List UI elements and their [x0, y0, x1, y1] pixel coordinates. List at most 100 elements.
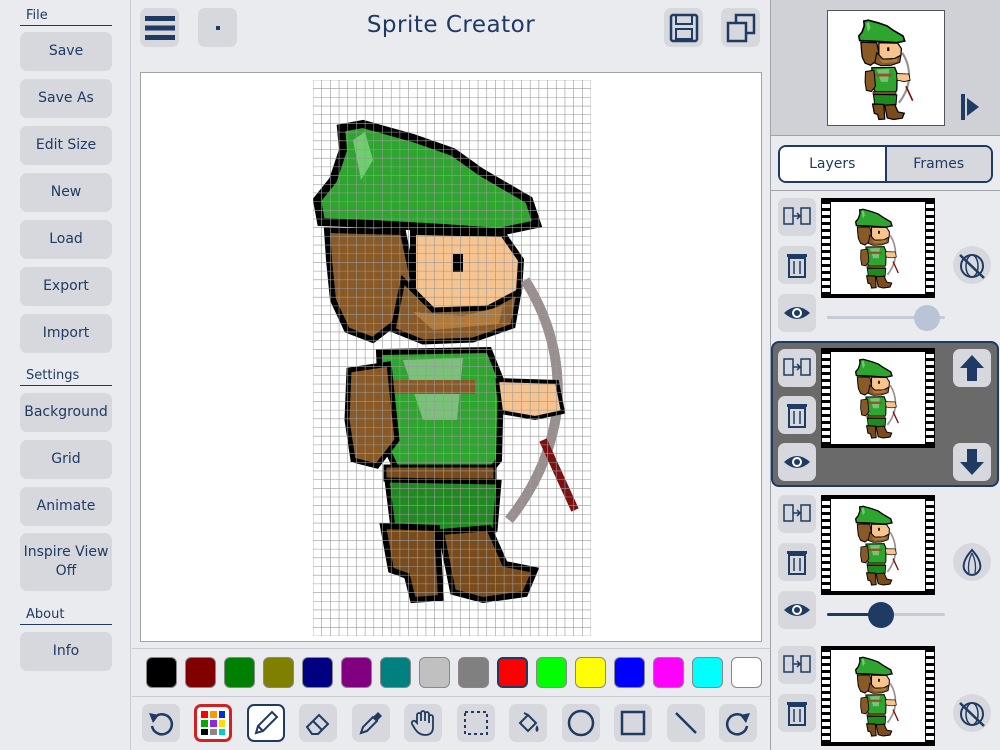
- inspire-view-label: Inspire View: [23, 544, 109, 560]
- color-swatch[interactable]: [146, 657, 177, 688]
- trash-icon: [787, 702, 807, 726]
- preview-sprite: [857, 19, 914, 121]
- save-frame-button[interactable]: [664, 8, 703, 47]
- color-swatch[interactable]: [575, 657, 606, 688]
- frame-item[interactable]: [771, 493, 1000, 633]
- tool-bar: [132, 696, 770, 750]
- slider-knob[interactable]: [868, 602, 895, 628]
- animate-button[interactable]: Animate: [20, 487, 112, 526]
- rectangle-tool[interactable]: [614, 704, 652, 742]
- frame-thumbnail[interactable]: [821, 495, 935, 595]
- hand-icon: [410, 710, 434, 736]
- inspire-view-state: Off: [55, 563, 77, 579]
- onion-skin-toggle[interactable]: [953, 246, 991, 284]
- frame-visibility-toggle[interactable]: [778, 591, 816, 629]
- frame-visibility-toggle[interactable]: [778, 443, 816, 481]
- copy-frame-button[interactable]: [778, 495, 816, 533]
- color-swatch[interactable]: [302, 657, 333, 688]
- select-rect-icon: [464, 711, 488, 735]
- copy-icon: [726, 13, 755, 42]
- frame-opacity-slider[interactable]: [827, 602, 945, 628]
- select-tool[interactable]: [457, 704, 495, 742]
- frame-thumbnail[interactable]: [821, 198, 935, 298]
- delete-frame-button[interactable]: [778, 246, 816, 284]
- undo-button[interactable]: [142, 704, 180, 742]
- drawing-canvas-area[interactable]: [140, 72, 762, 642]
- fill-tool[interactable]: [509, 704, 547, 742]
- color-swatch[interactable]: [692, 657, 723, 688]
- trash-icon: [787, 404, 807, 428]
- animation-preview-area: [771, 0, 1000, 136]
- duplicate-button[interactable]: [721, 8, 760, 47]
- line-tool[interactable]: [667, 704, 705, 742]
- grid-button[interactable]: Grid: [20, 440, 112, 479]
- arrow-down-icon: [960, 449, 984, 475]
- background-button[interactable]: Background: [20, 393, 112, 432]
- pan-tool[interactable]: [404, 704, 442, 742]
- play-icon[interactable]: [961, 92, 981, 122]
- undo-icon: [149, 713, 174, 736]
- floppy-icon: [669, 13, 698, 42]
- pixel-grid-canvas[interactable]: [313, 80, 591, 636]
- edit-size-button[interactable]: Edit Size: [20, 126, 112, 165]
- move-frame-up-button[interactable]: [953, 349, 991, 387]
- inspire-view-button[interactable]: Inspire View Off: [20, 533, 112, 591]
- color-swatch[interactable]: [263, 657, 294, 688]
- onion-skin-off-icon: [959, 702, 985, 727]
- pencil-tool[interactable]: [247, 704, 285, 742]
- color-swatch[interactable]: [185, 657, 216, 688]
- frame-thumbnail[interactable]: [821, 348, 935, 448]
- rectangle-icon: [620, 710, 646, 736]
- color-swatch[interactable]: [224, 657, 255, 688]
- copy-frame-button[interactable]: [778, 646, 816, 684]
- palette-picker-button[interactable]: [194, 704, 232, 742]
- onion-icon: [962, 548, 982, 577]
- info-button[interactable]: Info: [20, 632, 112, 671]
- save-as-button[interactable]: Save As: [20, 79, 112, 118]
- copy-frame-icon: [783, 358, 811, 376]
- frame-item-selected[interactable]: [771, 341, 999, 487]
- eyedropper-tool[interactable]: [352, 704, 390, 742]
- file-section-title: File: [20, 8, 112, 26]
- delete-frame-button[interactable]: [778, 694, 816, 732]
- tab-frames[interactable]: Frames: [884, 147, 991, 181]
- load-button[interactable]: Load: [20, 220, 112, 259]
- move-frame-down-button[interactable]: [953, 443, 991, 481]
- frame-item[interactable]: [771, 644, 1000, 750]
- onion-skin-off-icon: [959, 254, 985, 279]
- frame-opacity-slider[interactable]: [827, 305, 945, 331]
- color-swatch[interactable]: [419, 657, 450, 688]
- frame-thumbnail[interactable]: [821, 646, 935, 746]
- copy-frame-icon: [783, 207, 811, 225]
- frame-item[interactable]: [771, 196, 1000, 336]
- copy-frame-button[interactable]: [778, 349, 816, 387]
- onion-skin-toggle[interactable]: [953, 694, 991, 732]
- frame-sprite: [854, 505, 899, 586]
- color-swatch[interactable]: [653, 657, 684, 688]
- palette-icon: [201, 711, 225, 735]
- color-swatch[interactable]: [731, 657, 762, 688]
- copy-frame-button[interactable]: [778, 198, 816, 236]
- export-button[interactable]: Export: [20, 267, 112, 306]
- redo-button[interactable]: [719, 704, 757, 742]
- import-button[interactable]: Import: [20, 314, 112, 353]
- new-button[interactable]: New: [20, 173, 112, 212]
- delete-frame-button[interactable]: [778, 396, 816, 434]
- color-swatch[interactable]: [536, 657, 567, 688]
- tab-layers[interactable]: Layers: [780, 147, 885, 181]
- circle-icon: [567, 709, 595, 737]
- slider-knob[interactable]: [914, 305, 941, 331]
- save-button[interactable]: Save: [20, 32, 112, 71]
- circle-tool[interactable]: [562, 704, 600, 742]
- onion-skin-toggle[interactable]: [953, 543, 991, 581]
- color-swatch[interactable]: [614, 657, 645, 688]
- eraser-tool[interactable]: [299, 704, 337, 742]
- frame-visibility-toggle[interactable]: [778, 294, 816, 332]
- arrow-up-icon: [960, 355, 984, 381]
- color-swatch[interactable]: [458, 657, 489, 688]
- delete-frame-button[interactable]: [778, 543, 816, 581]
- color-swatch[interactable]: [380, 657, 411, 688]
- animation-preview: [827, 10, 945, 126]
- color-swatch[interactable]: [497, 657, 528, 688]
- color-swatch[interactable]: [341, 657, 372, 688]
